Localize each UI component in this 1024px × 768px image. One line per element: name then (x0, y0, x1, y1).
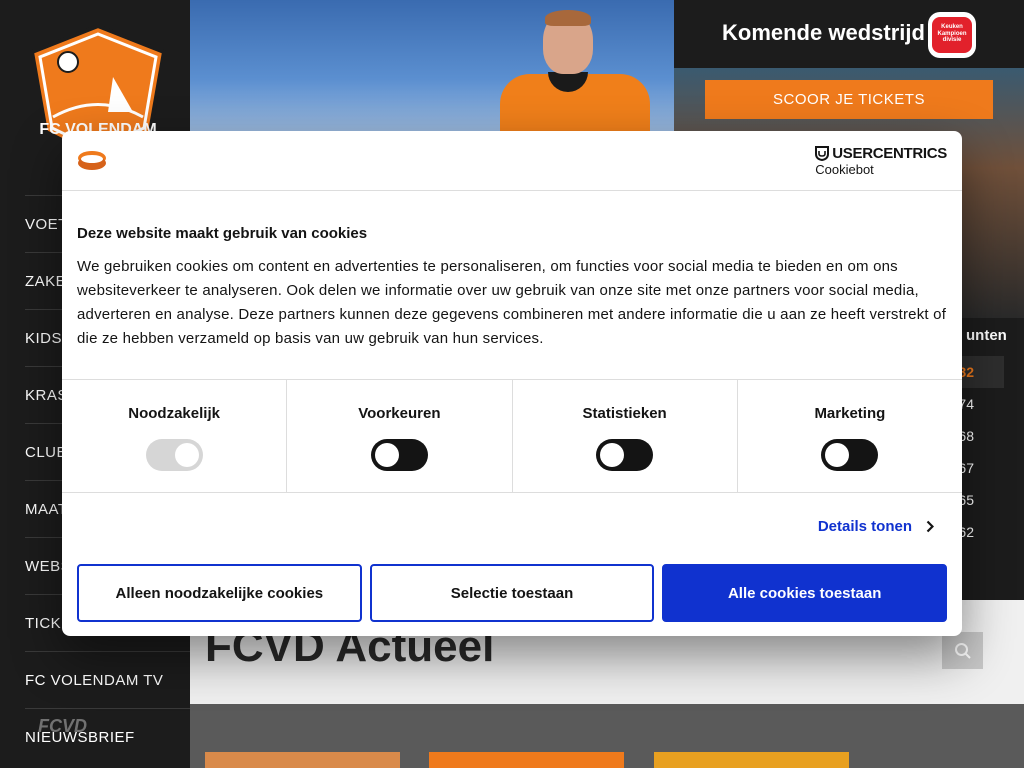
news-thumbnail[interactable] (654, 752, 849, 768)
news-thumbnail[interactable] (205, 752, 400, 768)
dialog-title: Deze website maakt gebruik van cookies (77, 225, 368, 242)
toggle-marketing: Marketing (738, 380, 962, 492)
search-button[interactable] (942, 632, 983, 669)
toggle-necessary: Noodzakelijk (62, 380, 288, 492)
usercentrics-brand: USERCENTRICS Cookiebot (815, 145, 947, 177)
cookie-icon (78, 151, 106, 170)
search-icon (954, 642, 971, 659)
toggle-statistics: Statistieken (513, 380, 738, 492)
show-details-link[interactable]: Details tonen (818, 518, 934, 535)
allow-selection-button[interactable]: Selectie toestaan (369, 564, 655, 622)
shield-icon (815, 146, 830, 161)
allow-all-button[interactable]: Alle cookies toestaan (662, 564, 948, 622)
points-header: unten (966, 327, 1007, 344)
news-strip (190, 704, 1024, 768)
dialog-header: USERCENTRICS Cookiebot (62, 131, 962, 191)
chevron-right-icon (926, 520, 934, 533)
fcvd-tv-badge[interactable]: FCVD (38, 716, 150, 748)
necessary-switch (145, 439, 203, 471)
toggle-preferences: Voorkeuren (287, 380, 513, 492)
player-hair (545, 10, 591, 26)
keuken-kampioen-logo: Keuken Kampioen divisie (928, 12, 976, 58)
buy-tickets-button[interactable]: SCOOR JE TICKETS (705, 80, 993, 119)
dialog-body: Deze website maakt gebruik van cookies W… (62, 191, 962, 380)
preferences-switch[interactable] (370, 439, 428, 471)
marketing-switch[interactable] (821, 439, 879, 471)
statistics-switch[interactable] (596, 439, 654, 471)
consent-toggles: Noodzakelijk Voorkeuren Statistieken Mar… (62, 380, 962, 493)
nav-item-fc-volendam-tv[interactable]: FC VOLENDAM TV (25, 651, 190, 708)
consent-buttons: Alleen noodzakelijke cookies Selectie to… (62, 564, 962, 622)
dialog-description: We gebruiken cookies om content en adver… (77, 258, 947, 347)
hero-image (190, 0, 674, 132)
necessary-only-button[interactable]: Alleen noodzakelijke cookies (77, 564, 362, 622)
news-thumbnail[interactable] (429, 752, 624, 768)
cookie-consent-dialog: USERCENTRICS Cookiebot Deze website maak… (62, 131, 962, 636)
upcoming-match-title: Komende wedstrijd (722, 20, 925, 45)
